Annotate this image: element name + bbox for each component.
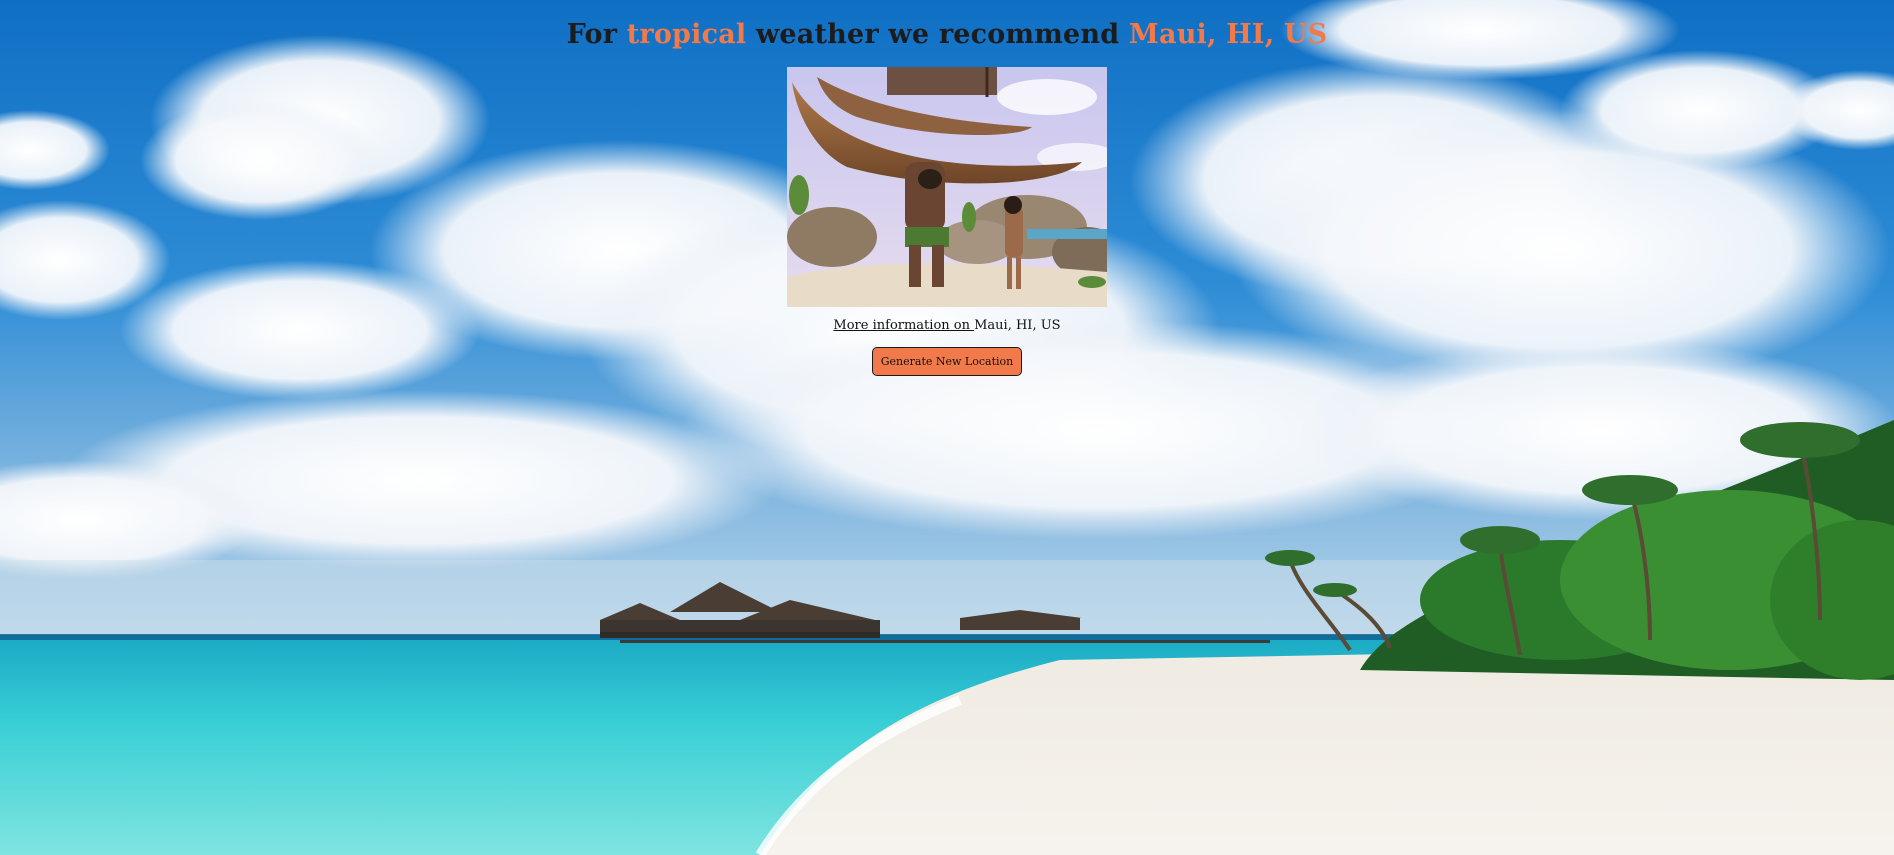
destination-photo <box>787 67 1107 307</box>
weather-type: tropical <box>626 19 747 50</box>
more-info-link[interactable]: More information on <box>833 318 974 333</box>
heading-prefix: For <box>566 19 627 50</box>
more-info-location: Maui, HI, US <box>974 318 1061 333</box>
recommended-location: Maui, HI, US <box>1128 19 1328 50</box>
recommendation-heading: For tropical weather we recommend Maui, … <box>0 17 1894 53</box>
recommendation-panel: For tropical weather we recommend Maui, … <box>0 0 1894 376</box>
more-info-link-text: More information on <box>833 318 975 333</box>
generate-new-location-button[interactable]: Generate New Location <box>871 347 1023 376</box>
heading-middle: weather we recommend <box>746 19 1129 50</box>
more-info-line: More information on Maui, HI, US <box>0 318 1894 334</box>
